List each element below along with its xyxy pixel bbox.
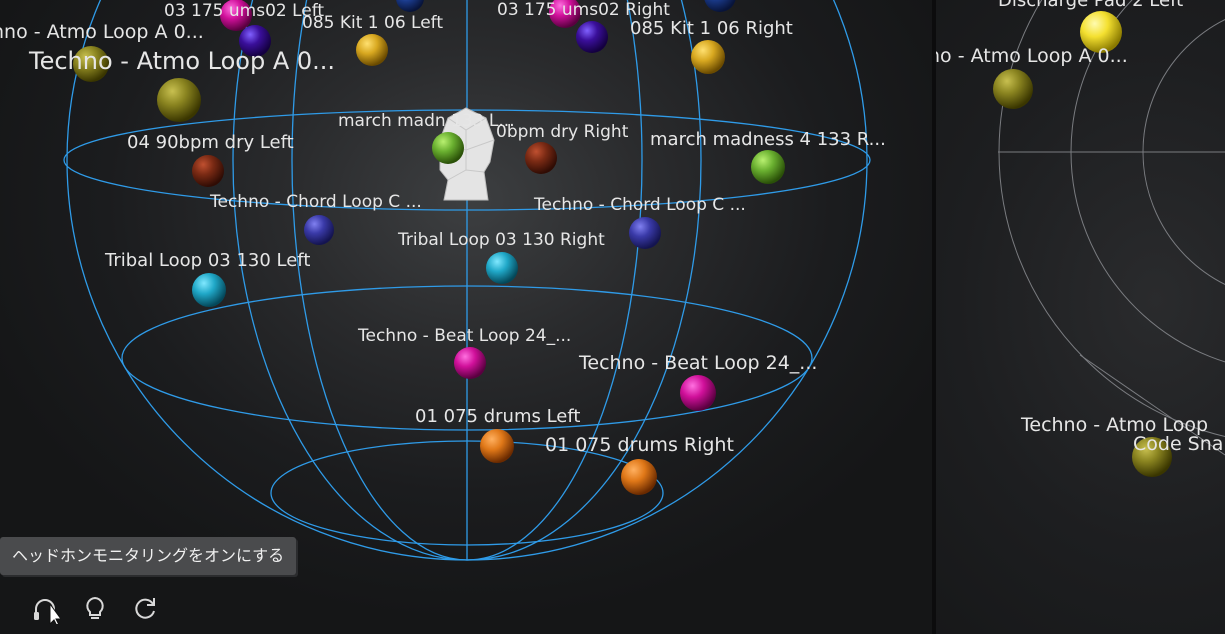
source-label: Techno - Beat Loop 24_... [357, 326, 571, 346]
source-label: 0bpm dry Right [496, 122, 629, 142]
source-label: Techno - Atmo Loop A 0... [28, 47, 335, 75]
source-label: 085 Kit 1 06 Left [302, 13, 443, 33]
source-ball[interactable] [304, 215, 334, 245]
source-ball[interactable] [486, 252, 518, 284]
source-ball[interactable] [576, 21, 608, 53]
source-ball[interactable] [432, 132, 464, 164]
headphones-icon [34, 599, 62, 627]
source-label: 04 90bpm dry Left [127, 132, 294, 153]
source-label: 01 075 drums Right [545, 434, 734, 456]
source-ball[interactable] [157, 78, 201, 122]
source-label: 01 075 drums Left [415, 406, 580, 427]
source-label: 085 Kit 1 06 Right [630, 18, 793, 39]
source-ball[interactable] [751, 150, 785, 184]
top-down-scene[interactable]: Discharge Pad 2 Left no - Atmo Loop A 0.… [936, 0, 1225, 634]
source-ball[interactable] [480, 429, 514, 463]
source-label: march madness 4 133 R... [650, 129, 886, 150]
source-label: Techno - Chord Loop C ... [209, 192, 422, 212]
source-label: 03 175 ums02 Left [164, 1, 324, 21]
top-down-view[interactable]: Discharge Pad 2 Left no - Atmo Loop A 0.… [936, 0, 1225, 634]
source-label: no - Atmo Loop A 0... [936, 45, 1128, 67]
source-ball[interactable] [629, 217, 661, 249]
source-ball[interactable] [691, 40, 725, 74]
source-label: 03 175 ums02 Right [497, 0, 670, 20]
source-label: Tribal Loop 03 130 Right [397, 230, 605, 250]
source-label: march madn 133 L... [338, 111, 515, 131]
source-label: hno - Atmo Loop A 0... [0, 21, 204, 43]
source-ball[interactable] [680, 375, 716, 411]
lightbulb-button[interactable] [80, 594, 110, 624]
source-ball[interactable] [356, 34, 388, 66]
source-ball[interactable] [993, 69, 1033, 109]
lightbulb-icon [86, 596, 104, 619]
source-label: Tribal Loop 03 130 Left [104, 250, 310, 271]
source-ball[interactable] [621, 459, 657, 495]
source-ball[interactable] [704, 0, 736, 12]
reset-button[interactable] [130, 594, 160, 624]
headphones-monitoring-button[interactable] [30, 594, 62, 627]
source-ball[interactable] [192, 273, 226, 307]
source-ball[interactable] [192, 155, 224, 187]
source-ball[interactable] [525, 142, 557, 174]
source-ball[interactable] [454, 347, 486, 379]
polar-grid [998, 0, 1225, 456]
source-label: Techno - Beat Loop 24_... [578, 352, 817, 374]
source-label: Code Sna [1133, 433, 1223, 455]
source-ball[interactable] [396, 0, 424, 12]
spatial-sphere-view[interactable]: hno - Atmo Loop A 0... Techno - Atmo Loo… [0, 0, 932, 634]
refresh-icon [135, 598, 155, 619]
source-label: Discharge Pad 2 Left [998, 0, 1183, 11]
source-label: Techno - Chord Loop C ... [533, 195, 746, 215]
tooltip: ヘッドホンモニタリングをオンにする [0, 537, 297, 575]
